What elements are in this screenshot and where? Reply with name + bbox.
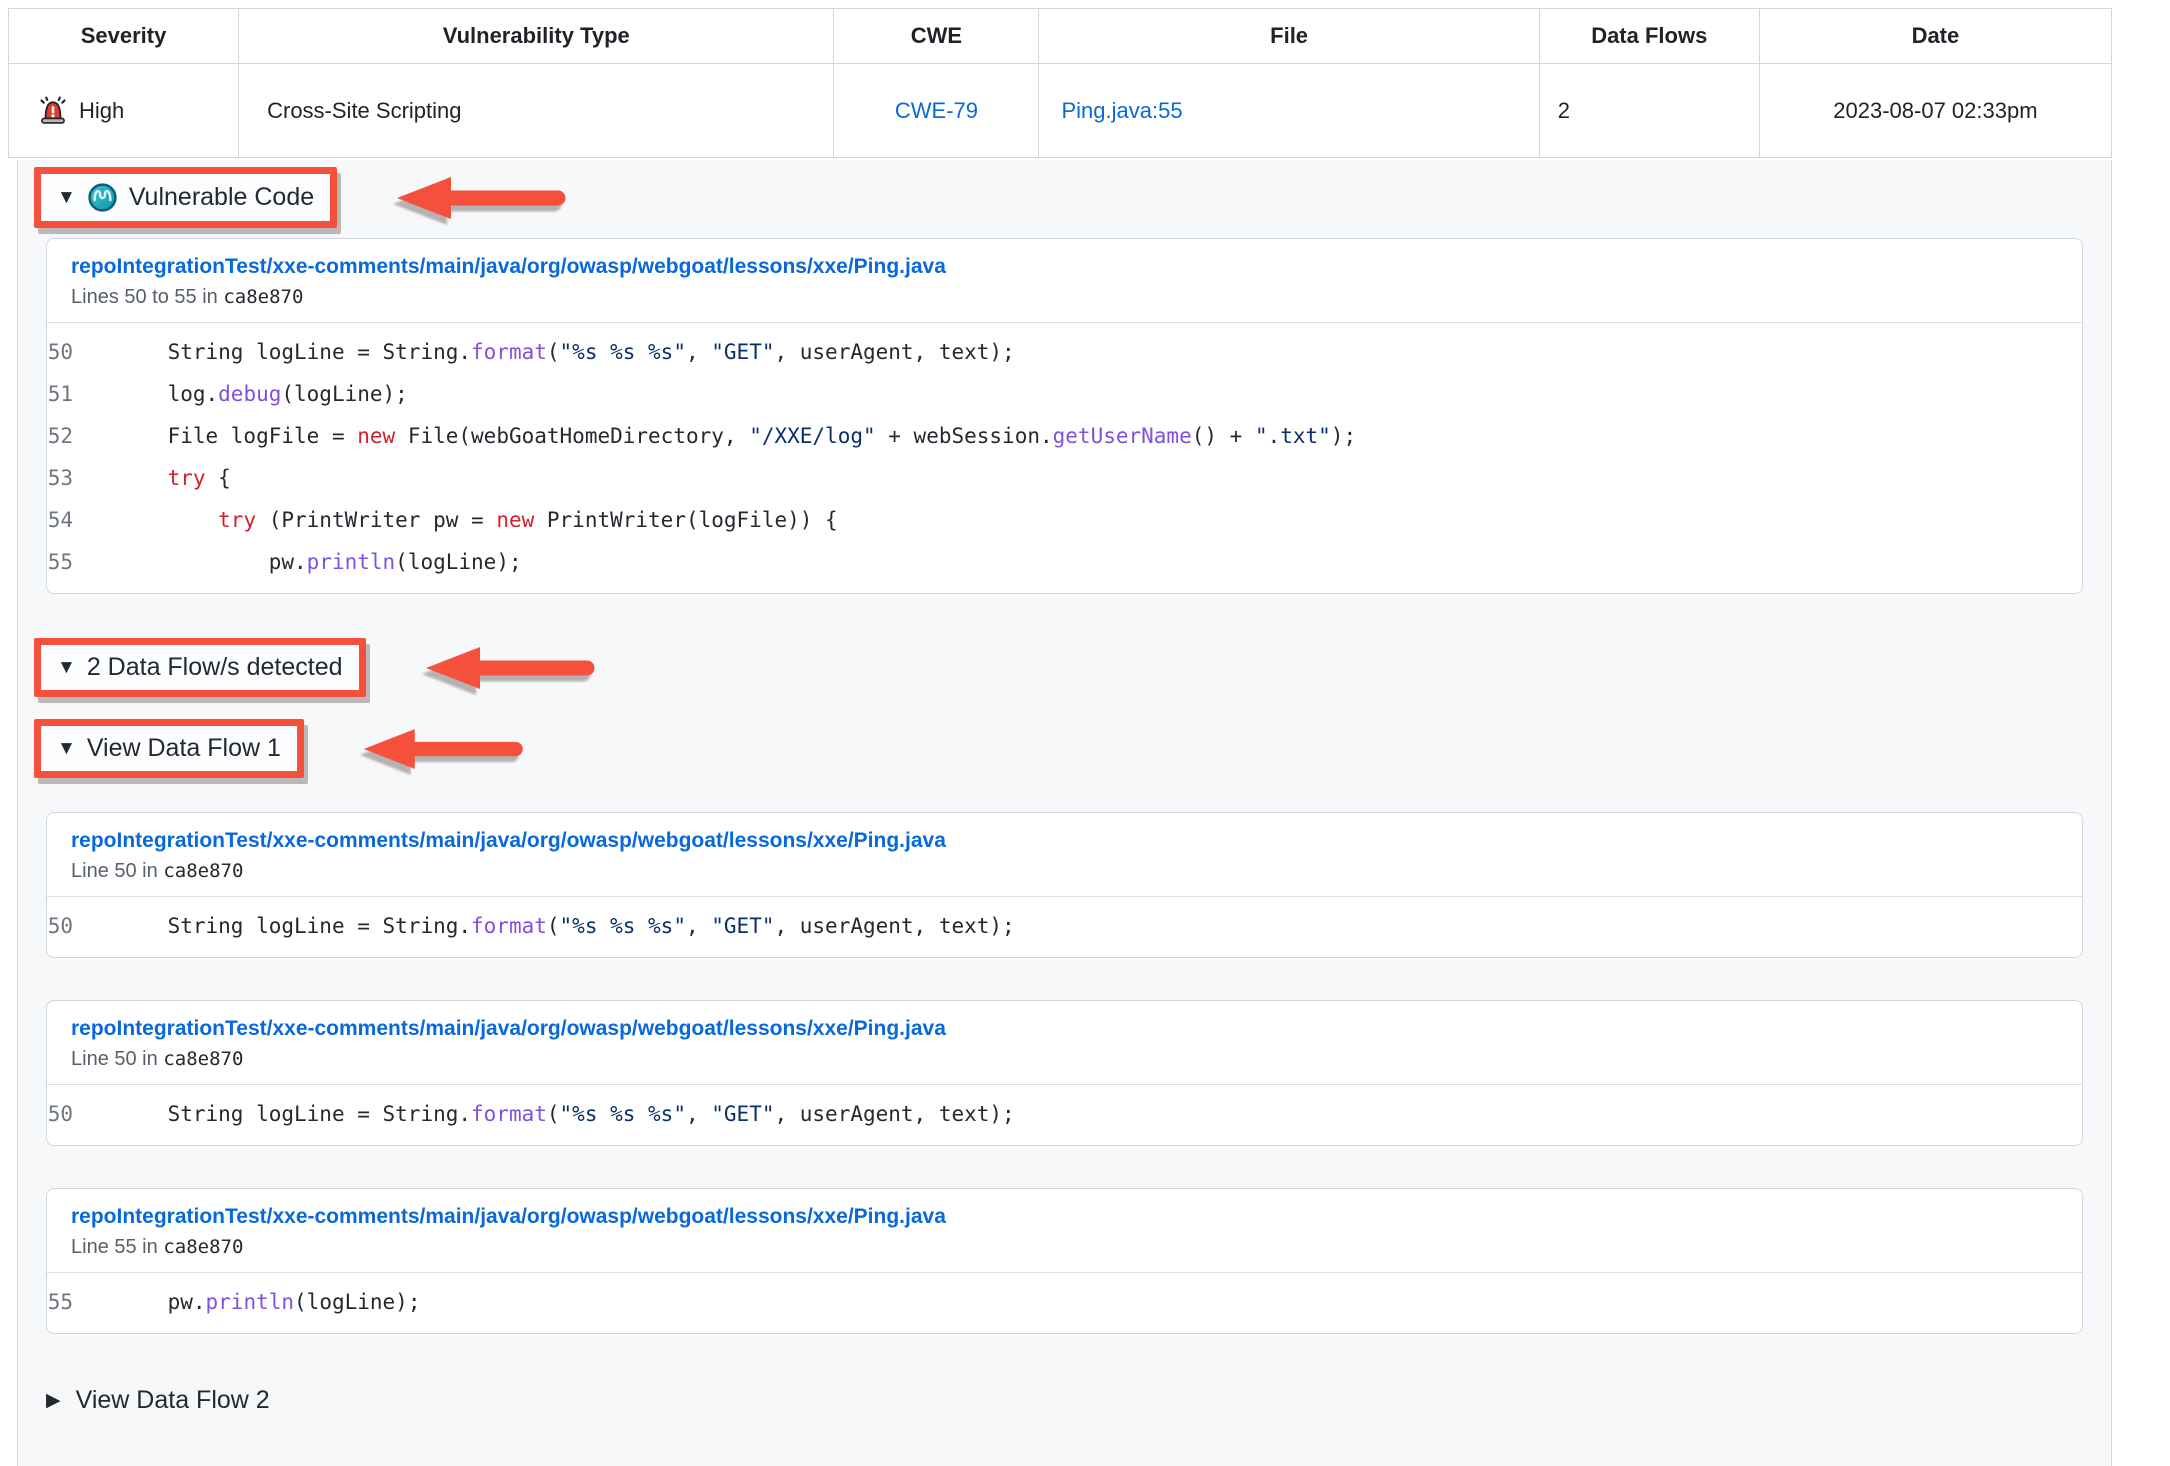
col-header-cwe: CWE [834,9,1039,64]
triangle-right-icon: ▶ [46,1391,61,1410]
col-header-vulnerability-type: Vulnerability Type [239,9,834,64]
code-line: 55 pw.println(logLine); [47,1281,2082,1323]
severity-cell: High [9,64,239,158]
code-line: 50 String logLine = String.format("%s %s… [47,905,2082,947]
code-line: 54 try (PrintWriter pw = new PrintWriter… [47,499,2082,541]
annotation-arrow-icon [393,174,571,222]
data-flows-label: 2 Data Flow/s detected [87,653,343,682]
table-header-row: Severity Vulnerability Type CWE File Dat… [9,9,2112,64]
code-text: String logLine = String.format("%s %s %s… [117,1093,1015,1135]
line-number: 52 [47,415,117,457]
line-number: 51 [47,373,117,415]
snippet-range-label: Lines 50 to 55 in ca8e870 [71,286,2058,309]
vulnerable-code-row: ▼ Vulnerable Code [46,167,2083,228]
code-text: pw.println(logLine); [117,1281,420,1323]
triangle-down-icon: ▼ [57,188,76,207]
line-number: 50 [47,1093,117,1135]
commit-hash: ca8e870 [163,1236,243,1258]
line-number: 55 [47,541,117,583]
triangle-down-icon: ▼ [57,658,76,677]
code-block: 50 String logLine = String.format("%s %s… [47,1084,2082,1145]
col-header-severity: Severity [9,9,239,64]
snippet-path-link[interactable]: repoIntegrationTest/xxe-comments/main/ja… [71,1017,946,1041]
vulnerable-code-label: Vulnerable Code [129,183,314,212]
view-data-flow-2-label: View Data Flow 2 [76,1386,270,1415]
flow-snippet: repoIntegrationTest/xxe-comments/main/ja… [46,1188,2083,1334]
report-body: ▼ Vulnerable Code [17,160,2112,1466]
vulnerable-code-toggle[interactable]: ▼ Vulnerable Code [34,167,337,228]
snippet-path-link[interactable]: repoIntegrationTest/xxe-comments/main/ja… [71,255,946,279]
view-data-flow-1-row: ▼ View Data Flow 1 [46,719,2083,778]
col-header-data-flows: Data Flows [1539,9,1759,64]
vulnerable-code-snippet: repoIntegrationTest/xxe-comments/main/ja… [46,238,2083,594]
annotation-arrow-icon [360,726,528,772]
flow-snippet: repoIntegrationTest/xxe-comments/main/ja… [46,1000,2083,1146]
view-data-flow-1-label: View Data Flow 1 [87,734,281,763]
view-data-flow-1-toggle[interactable]: ▼ View Data Flow 1 [34,719,304,778]
code-text: String logLine = String.format("%s %s %s… [117,331,1015,373]
severity-value: High [79,98,124,124]
line-number: 55 [47,1281,117,1323]
data-flows-toggle[interactable]: ▼ 2 Data Flow/s detected [34,638,366,697]
vulnerability-table: Severity Vulnerability Type CWE File Dat… [8,8,2112,158]
code-line: 55 pw.println(logLine); [47,541,2082,583]
data-flows-row: ▼ 2 Data Flow/s detected [46,638,2083,697]
snippet-path-link[interactable]: repoIntegrationTest/xxe-comments/main/ja… [71,829,946,853]
commit-hash: ca8e870 [163,1048,243,1070]
code-block: 50 String logLine = String.format("%s %s… [47,896,2082,957]
line-number: 50 [47,905,117,947]
file-link[interactable]: Ping.java:55 [1061,98,1182,123]
code-block: 50 String logLine = String.format("%s %s… [47,322,2082,593]
code-text: pw.println(logLine); [117,541,522,583]
code-line: 51 log.debug(logLine); [47,373,2082,415]
line-number: 50 [47,331,117,373]
mobb-logo-icon [87,182,118,213]
siren-icon [37,95,69,127]
commit-hash: ca8e870 [163,860,243,882]
annotation-arrow-icon [422,644,600,692]
flow-snippet: repoIntegrationTest/xxe-comments/main/ja… [46,812,2083,958]
date-cell: 2023-08-07 02:33pm [1759,64,2111,158]
code-line: 53 try { [47,457,2082,499]
code-text: try { [117,457,231,499]
triangle-down-icon: ▼ [57,739,76,758]
code-text: String logLine = String.format("%s %s %s… [117,905,1015,947]
code-line: 50 String logLine = String.format("%s %s… [47,1093,2082,1135]
code-line: 52 File logFile = new File(webGoatHomeDi… [47,415,2082,457]
line-number: 53 [47,457,117,499]
snippet-range-label: Line 55 in ca8e870 [71,1236,2058,1259]
commit-hash: ca8e870 [223,286,303,308]
data-flows-cell: 2 [1539,64,1759,158]
code-block: 55 pw.println(logLine); [47,1272,2082,1333]
snippet-range-label: Line 50 in ca8e870 [71,1048,2058,1071]
snippet-range-label: Line 50 in ca8e870 [71,860,2058,883]
col-header-file: File [1039,9,1539,64]
code-text: try (PrintWriter pw = new PrintWriter(lo… [117,499,838,541]
vulnerability-type-cell: Cross-Site Scripting [239,64,834,158]
code-line: 50 String logLine = String.format("%s %s… [47,331,2082,373]
code-text: File logFile = new File(webGoatHomeDirec… [117,415,1356,457]
cwe-link[interactable]: CWE-79 [895,98,978,123]
view-data-flow-2-toggle[interactable]: ▶ View Data Flow 2 [46,1386,2083,1415]
col-header-date: Date [1759,9,2111,64]
code-text: log.debug(logLine); [117,373,408,415]
table-row: High Cross-Site Scripting CWE-79 Ping.ja… [9,64,2112,158]
line-number: 54 [47,499,117,541]
snippet-path-link[interactable]: repoIntegrationTest/xxe-comments/main/ja… [71,1205,946,1229]
